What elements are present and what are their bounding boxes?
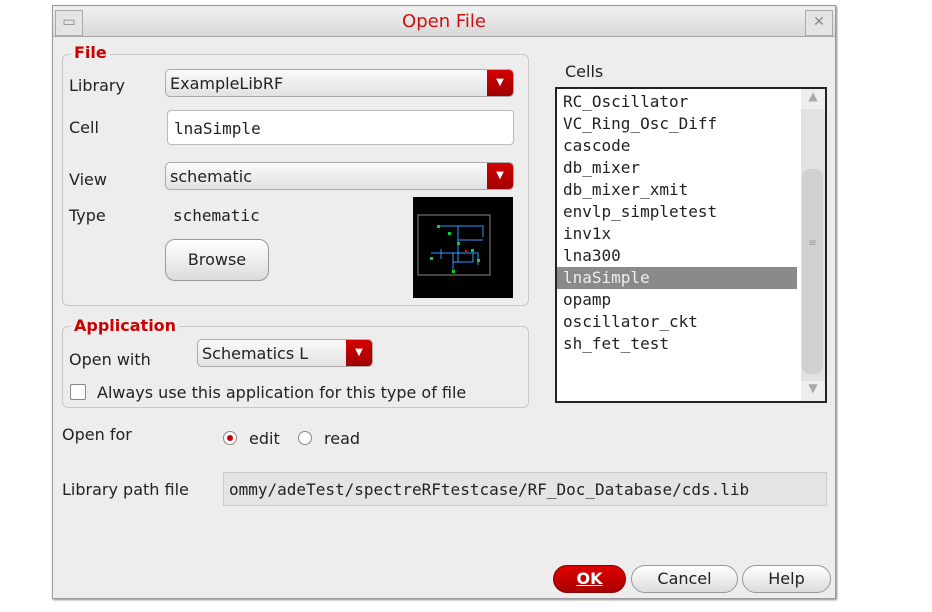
title-bar: ▭ Open File ✕ <box>53 8 835 37</box>
library-combo[interactable]: ExampleLibRF ▼ <box>165 69 514 97</box>
cell-list-item[interactable]: RC_Oscillator <box>557 91 797 113</box>
chevron-down-icon[interactable]: ▼ <box>487 70 513 96</box>
scrollbar[interactable]: ▲ ≡ ▼ <box>801 89 825 401</box>
cells-list[interactable]: RC_Oscillator VC_Ring_Osc_Diff cascode db_m… <box>555 87 827 403</box>
type-label: Type <box>69 206 106 225</box>
open-with-combo[interactable]: Schematics L ▼ <box>197 339 373 367</box>
always-use-label: Always use this application for this typ… <box>97 383 467 402</box>
type-value: schematic <box>173 206 260 225</box>
scroll-up-icon[interactable]: ▲ <box>801 89 825 109</box>
radio-edit-label: edit <box>249 429 280 448</box>
browse-button[interactable]: Browse <box>165 239 269 281</box>
cells-label: Cells <box>565 62 604 81</box>
close-button[interactable]: ✕ <box>805 10 833 36</box>
cell-list-item[interactable]: inv1x <box>557 223 797 245</box>
cell-list-item[interactable]: sh_fet_test <box>557 333 797 355</box>
chevron-down-icon[interactable]: ▼ <box>487 163 513 189</box>
schematic-preview-thumbnail <box>413 197 513 298</box>
open-file-dialog: ▭ Open File ✕ File Library ExampleLibRF … <box>52 5 836 599</box>
open-for-label: Open for <box>62 425 132 444</box>
chevron-down-icon[interactable]: ▼ <box>346 340 372 366</box>
cell-list-item[interactable]: db_mixer_xmit <box>557 179 797 201</box>
cell-list-item[interactable]: VC_Ring_Osc_Diff <box>557 113 797 135</box>
radio-edit[interactable] <box>223 431 237 445</box>
ok-button[interactable]: OK <box>553 565 626 593</box>
view-label: View <box>69 170 107 189</box>
scrollbar-thumb[interactable]: ≡ <box>802 169 823 374</box>
help-button[interactable]: Help <box>742 565 831 593</box>
cell-input[interactable]: lnaSimple <box>167 110 514 145</box>
library-path-label: Library path file <box>62 480 189 499</box>
cell-list-item[interactable]: cascode <box>557 135 797 157</box>
ok-label: OK <box>576 569 603 588</box>
application-legend: Application <box>71 316 180 335</box>
library-value: ExampleLibRF <box>170 74 284 93</box>
cell-list-item[interactable]: db_mixer <box>557 157 797 179</box>
window-title: Open File <box>402 11 486 32</box>
cancel-button[interactable]: Cancel <box>631 565 738 593</box>
open-with-value: Schematics L <box>202 344 309 363</box>
cell-list-item[interactable]: lna300 <box>557 245 797 267</box>
view-value: schematic <box>170 167 253 186</box>
radio-read-label: read <box>324 429 361 448</box>
cell-list-item[interactable]: envlp_simpletest <box>557 201 797 223</box>
cell-list-item[interactable]: oscillator_ckt <box>557 311 797 333</box>
cell-list-item[interactable]: lnaSimple <box>557 267 797 289</box>
open-with-label: Open with <box>69 350 151 369</box>
scroll-down-icon[interactable]: ▼ <box>801 381 825 401</box>
cell-list-item[interactable]: opamp <box>557 289 797 311</box>
library-label: Library <box>69 76 125 95</box>
cell-label: Cell <box>69 118 99 137</box>
file-legend: File <box>71 43 110 62</box>
library-path-field[interactable]: ommy/adeTest/spectreRFtestcase/RF_Doc_Da… <box>223 472 827 506</box>
always-use-checkbox[interactable] <box>70 384 86 400</box>
view-combo[interactable]: schematic ▼ <box>165 162 514 190</box>
radio-read[interactable] <box>298 431 312 445</box>
